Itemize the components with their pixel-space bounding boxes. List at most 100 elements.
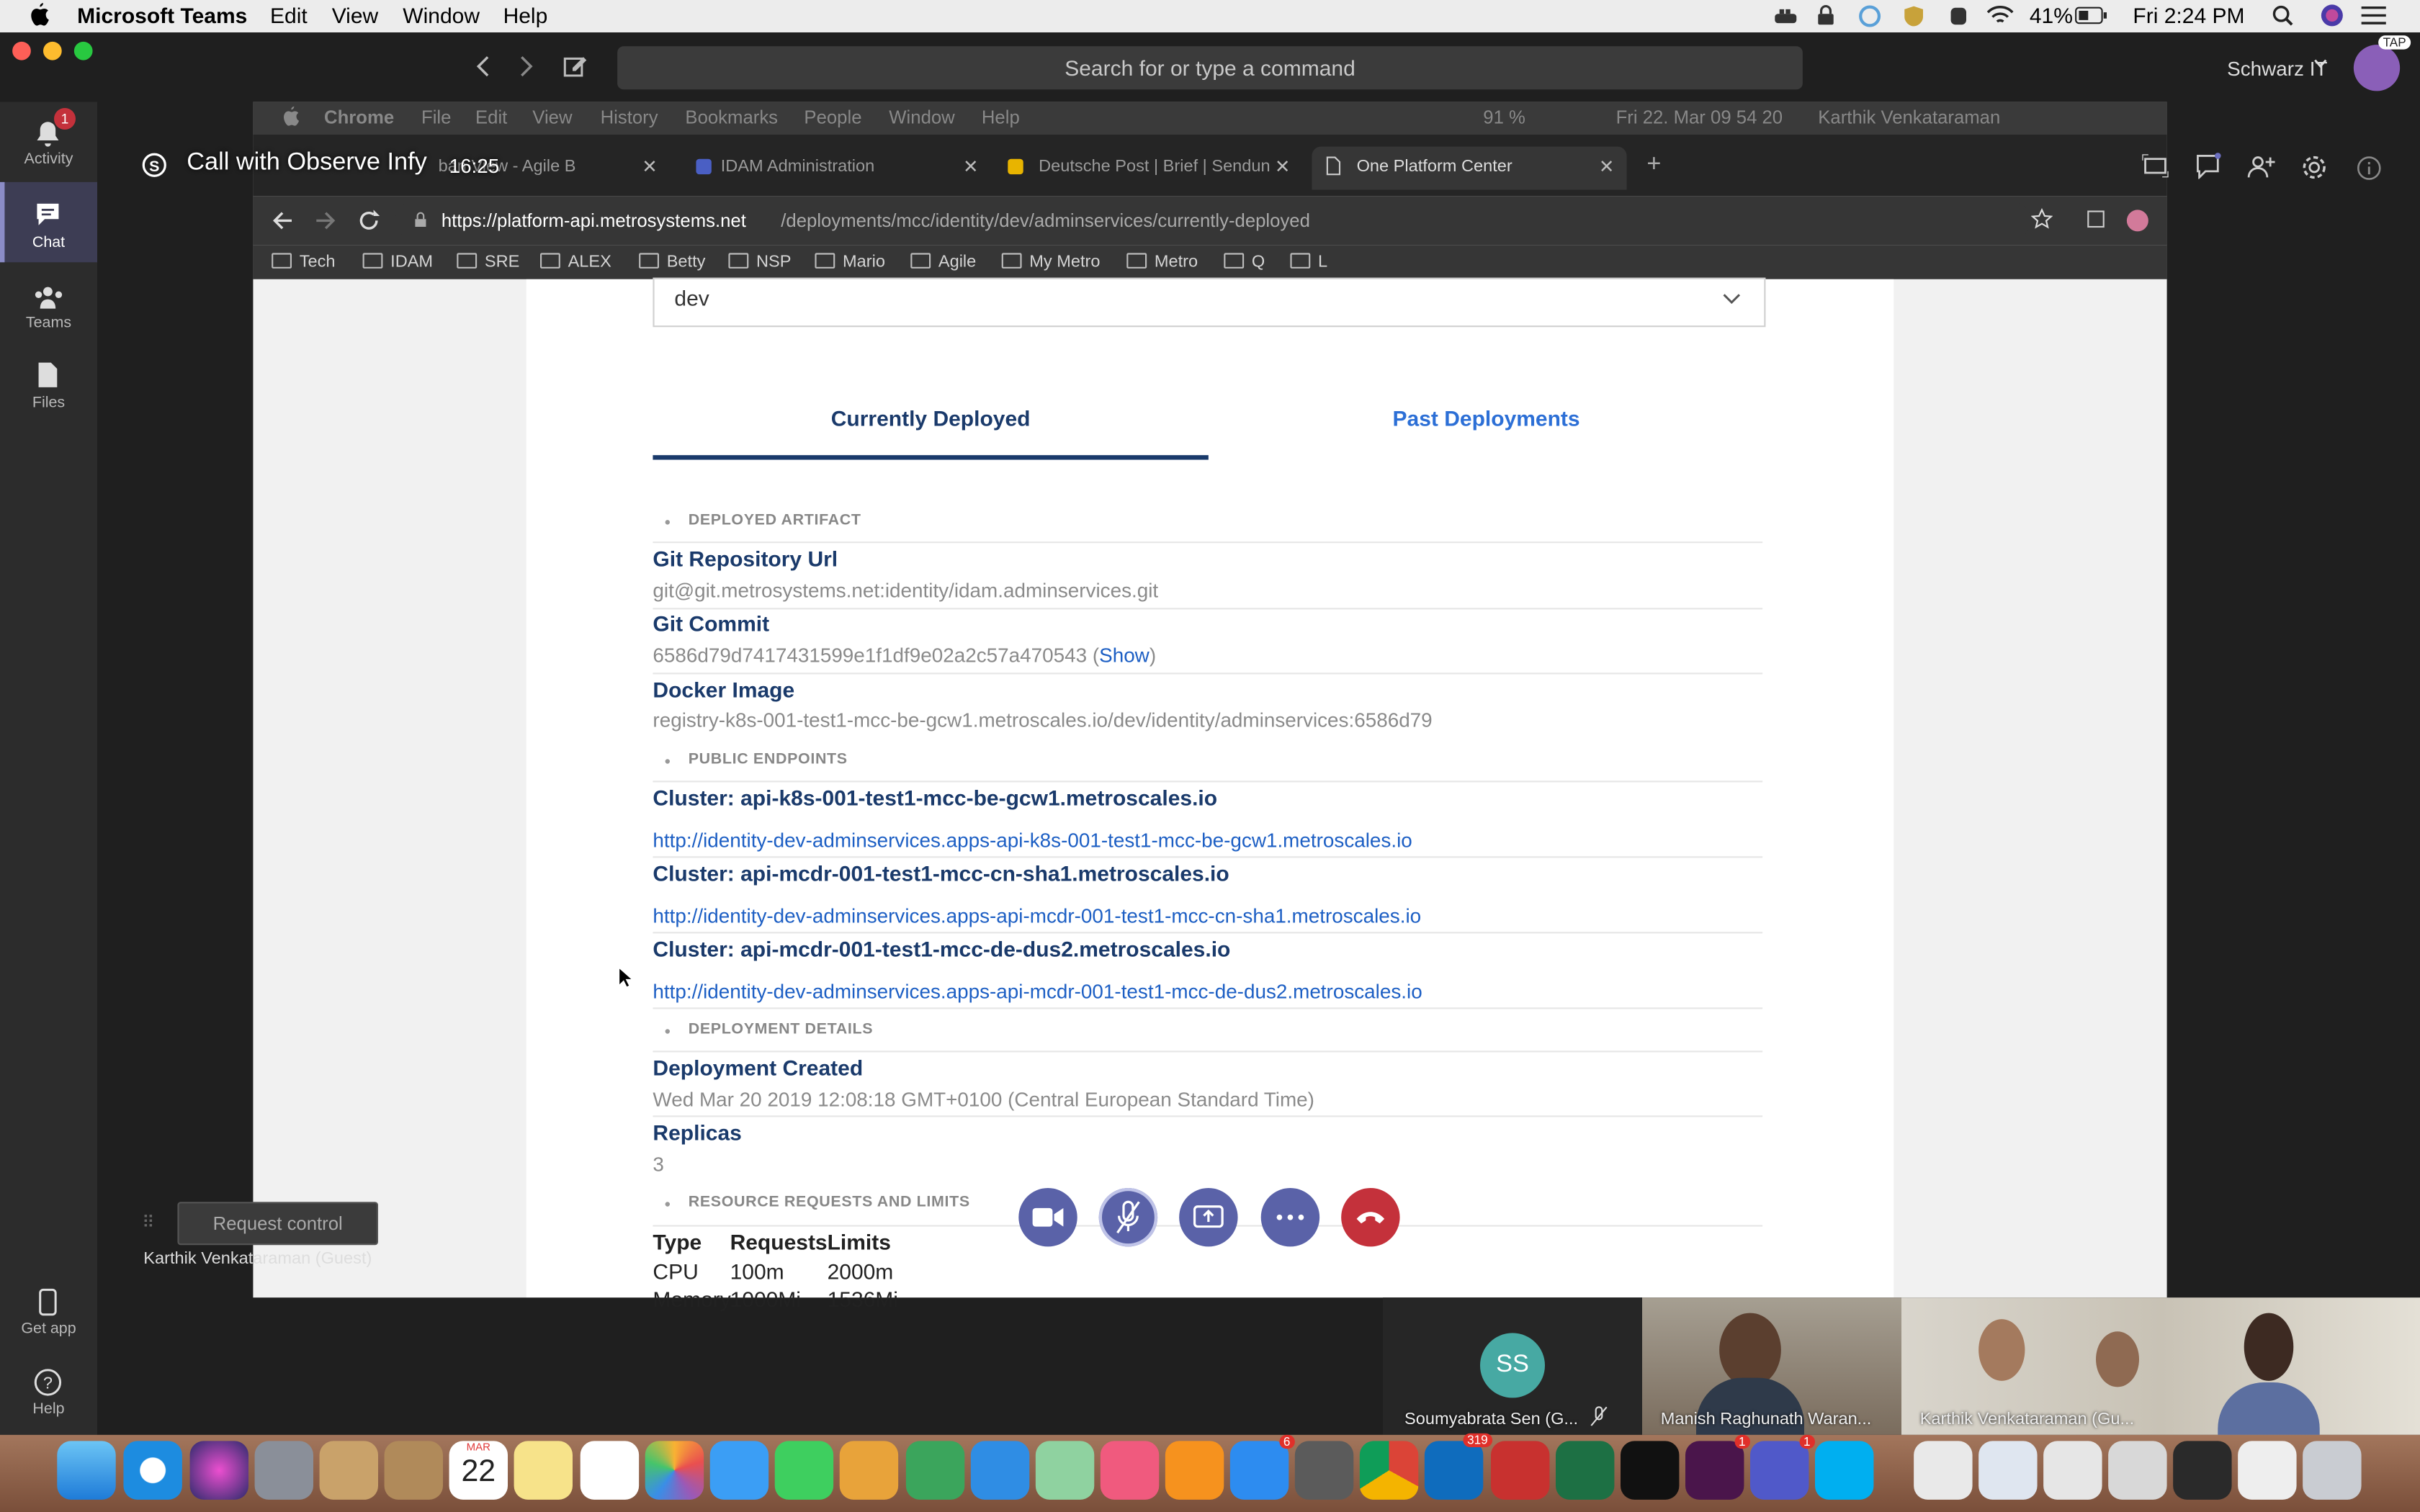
camera-button[interactable] [1018,1188,1077,1247]
org-switcher[interactable]: Schwarz IT [2227,57,2327,80]
chrome-toolbar: https://platform-api.metrosystems.net /d… [253,196,2167,246]
notification-center-icon[interactable] [2361,6,2386,25]
app-store-icon[interactable]: 6 [1229,1434,1295,1500]
request-control-button[interactable]: Request control [177,1202,378,1246]
rail-item-files[interactable]: Files [0,343,97,423]
window-thumbnail-icon[interactable] [2108,1441,2167,1500]
close-window-icon[interactable] [12,41,31,60]
skype-dock-icon[interactable] [1815,1441,1874,1500]
notes-icon[interactable] [514,1441,573,1500]
chrome-icon[interactable] [1359,1441,1419,1500]
spotlight-icon[interactable] [2272,4,2293,26]
menu-window[interactable]: Window [403,3,480,27]
menubar-clock[interactable]: Fri 2:24 PM [2133,3,2244,27]
sync-icon[interactable] [1858,4,1881,27]
teams-icon [32,285,65,310]
rail-item-get-app[interactable]: Get app [0,1284,97,1346]
endpoint-link[interactable]: http://identity-dev-adminservices.apps-a… [653,980,1422,1003]
facetime-icon[interactable] [774,1441,834,1500]
outlook-icon[interactable]: 319 [1424,1433,1493,1500]
reminders-icon[interactable] [580,1441,640,1500]
contacts-icon[interactable] [384,1441,443,1500]
fullscreen-icon[interactable] [2142,154,2169,178]
minimize-window-icon[interactable] [43,41,62,60]
compose-icon[interactable] [563,54,588,78]
lock-icon[interactable] [1815,4,1837,26]
siri-dock-icon[interactable] [189,1441,248,1500]
bookmark-star-icon [2031,208,2053,230]
safari-icon[interactable] [123,1441,182,1500]
participant-tile[interactable]: SS Soumyabrata Sen (G... [1383,1297,1642,1435]
document-thumbnail-icon[interactable] [1978,1441,2038,1500]
back-arrow-icon[interactable] [474,55,493,77]
hang-up-button[interactable] [1341,1188,1400,1247]
environment-select[interactable]: dev [653,277,1766,328]
books-icon[interactable] [1165,1441,1224,1500]
more-options-button[interactable] [1260,1188,1320,1247]
trash-icon[interactable] [2303,1441,2362,1500]
music-icon[interactable] [1100,1441,1160,1500]
add-participant-icon[interactable] [2247,154,2275,179]
divider [653,780,1763,783]
excel-icon[interactable] [1556,1441,1615,1500]
finder-icon[interactable] [57,1441,116,1500]
share-screen-button[interactable] [1179,1188,1238,1247]
calendar-icon[interactable]: MAR 22 [449,1441,508,1500]
conversation-icon[interactable] [2196,153,2222,179]
rail-item-activity[interactable]: 1 Activity [0,102,97,181]
gear-icon[interactable] [2301,154,2327,180]
zoom-window-icon[interactable] [73,41,93,60]
tab-past-deployments[interactable]: Past Deployments [1209,406,1764,431]
mail-stamp-icon[interactable] [319,1441,378,1500]
menu-view[interactable]: View [332,3,378,27]
rail-item-chat[interactable]: Chat [0,181,97,263]
search-input[interactable]: Search for or type a command [617,46,1803,90]
mouse-cursor-icon [617,966,633,989]
menu-help[interactable]: Help [503,3,548,27]
maps-icon[interactable] [1035,1441,1095,1500]
endpoint-link[interactable]: http://identity-dev-adminservices.apps-a… [653,904,1421,927]
photos-icon[interactable] [645,1441,704,1500]
url-host: https://platform-api.metrosystems.net [441,210,746,232]
participant-video[interactable]: Karthik Venkataraman (Gu... [1901,1297,2420,1435]
info-icon[interactable] [2357,156,2381,180]
keynote-icon[interactable] [970,1441,1030,1500]
phone-hangup-icon [1355,1210,1386,1225]
pages-icon[interactable] [839,1441,899,1500]
docker-icon[interactable] [1773,6,1798,25]
window-thumbnail-icon[interactable] [2238,1441,2297,1500]
terminal-icon[interactable] [1621,1441,1680,1500]
menu-edit[interactable]: Edit [270,3,308,27]
rail-item-help[interactable]: ? Help [0,1364,97,1426]
avatar[interactable] [2353,45,2401,91]
wifi-icon[interactable] [1986,4,2015,26]
launchpad-icon[interactable] [254,1441,313,1500]
rail-item-teams[interactable]: Teams [0,262,97,342]
drag-handle-icon[interactable]: ⠿ [142,1212,154,1233]
siri-icon[interactable] [2320,3,2344,27]
mute-button[interactable] [1098,1188,1158,1247]
window-thumbnail-icon[interactable] [2173,1441,2232,1500]
battery-icon[interactable] [2074,6,2108,25]
tab-currently-deployed[interactable]: Currently Deployed [653,406,1208,431]
document-thumbnail-icon[interactable] [2043,1441,2102,1500]
forward-arrow-icon[interactable] [517,55,536,77]
endpoint-link[interactable]: http://identity-dev-adminservices.apps-a… [653,829,1412,852]
resources-header-type: Type [653,1229,702,1255]
chevron-down-icon[interactable] [2313,58,2327,69]
app-menu[interactable]: Microsoft Teams [77,3,247,27]
system-preferences-icon[interactable] [1294,1441,1354,1500]
numbers-icon[interactable] [905,1441,965,1500]
shield-icon[interactable] [1903,4,1924,27]
participant-video[interactable]: Manish Raghunath Waran... [1642,1297,1901,1435]
messages-icon[interactable] [709,1441,769,1500]
security-app-icon[interactable] [1491,1441,1550,1500]
vpn-icon[interactable] [1948,4,1969,27]
apple-icon[interactable] [28,1,50,26]
padlock-icon [413,212,427,229]
teams-dock-icon[interactable]: 1 [1750,1434,1815,1500]
show-commit-link[interactable]: Show [1099,644,1150,667]
slack-icon[interactable]: 1 [1685,1434,1750,1500]
document-thumbnail-icon[interactable] [1914,1441,1973,1500]
call-title: Call with Observe Infy [187,149,427,176]
